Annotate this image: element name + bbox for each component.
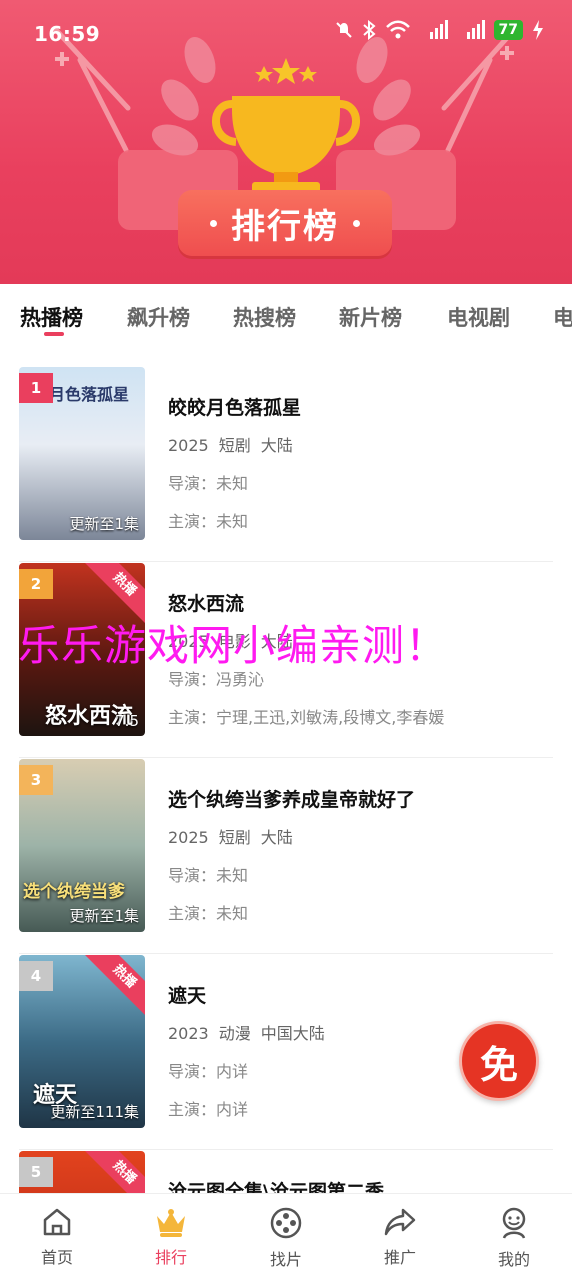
status-bar: 16:59 77 <box>0 18 572 50</box>
nav-find-label: 找片 <box>269 1250 302 1269</box>
nav-ranking-label: 排行 <box>154 1248 187 1267</box>
item-director: 导演：未知 <box>168 866 249 885</box>
rank-badge: 4 <box>19 961 53 991</box>
item-region: 大陆 <box>260 828 293 847</box>
update-status: 更新至1集 <box>69 515 139 533</box>
divider <box>19 757 553 758</box>
item-type: 动漫 <box>218 1024 251 1043</box>
rank-badge: 5 <box>19 1157 53 1187</box>
nav-ranking[interactable]: 排行 <box>131 1206 211 1268</box>
divider <box>19 1149 553 1150</box>
hot-ribbon: 热播 <box>83 955 145 1018</box>
status-time: 16:59 <box>34 22 101 46</box>
page-title: 排行榜 <box>231 206 339 247</box>
charging-icon <box>533 20 543 40</box>
poster-image[interactable]: 5 热播 <box>19 1151 145 1193</box>
film-reel-icon <box>270 1207 302 1239</box>
item-info: 选个纨绔当爹养成皇帝就好了 2025 短剧 大陆 导演：未知 主演：未知 <box>168 785 415 924</box>
wifi-icon <box>385 20 410 39</box>
poster-title: 选个纨绔当爹 <box>23 882 125 902</box>
battery-level: 77 <box>493 20 523 40</box>
poster-image[interactable]: 4 热播 遮天 更新至111集 <box>19 955 145 1128</box>
nav-promote-label: 推广 <box>383 1248 416 1267</box>
hot-ribbon: 热播 <box>83 1151 145 1193</box>
tab-more[interactable]: 电 <box>553 302 572 332</box>
poster-title: 月色落孤星 <box>49 385 130 404</box>
list-item[interactable]: 5 热播 沧元图全集\沧元图第二季 <box>0 1151 572 1193</box>
bluetooth-icon <box>362 20 376 40</box>
signal-5g-icon-2 <box>466 20 485 39</box>
share-icon <box>384 1208 416 1236</box>
item-type: 短剧 <box>218 436 251 455</box>
rank-badge: 2 <box>19 569 53 599</box>
watermark-text: 乐乐游戏网小编亲测！ <box>18 621 449 670</box>
tab-hot-search[interactable]: 热搜榜 <box>233 302 296 332</box>
item-cast: 主演：未知 <box>168 904 249 923</box>
item-year: 2023 <box>168 1024 209 1043</box>
item-year: 2025 <box>168 828 209 847</box>
list-item[interactable]: 3 选个纨绔当爹 更新至1集 选个纨绔当爹养成皇帝就好了 2025 短剧 大陆 导演… <box>0 759 572 955</box>
item-title[interactable]: 皎皎月色落孤星 <box>168 393 303 420</box>
item-director: 导演：内详 <box>168 1062 249 1081</box>
divider <box>19 561 553 562</box>
nav-profile-label: 我的 <box>497 1250 530 1269</box>
item-info: 遮天 2023 动漫 中国大陆 导演：内详 主演：内详 <box>168 981 335 1120</box>
status-icons: 77 <box>335 20 544 40</box>
crown-icon <box>157 1209 185 1237</box>
signal-5g-icon <box>429 20 448 39</box>
divider <box>19 953 553 954</box>
active-tab-indicator <box>44 332 64 336</box>
mute-icon <box>335 22 352 38</box>
item-title[interactable]: 选个纨绔当爹养成皇帝就好了 <box>168 785 415 812</box>
item-title[interactable]: 遮天 <box>168 981 335 1008</box>
item-info: 沧元图全集\沧元图第二季 <box>168 1177 384 1193</box>
update-status: 7.5 <box>115 712 139 730</box>
nav-profile[interactable]: 我的 <box>474 1206 554 1270</box>
update-status: 更新至1集 <box>69 907 139 925</box>
nav-promote[interactable]: 推广 <box>360 1206 440 1268</box>
ranking-tabs: 热播榜 飙升榜 热搜榜 新片榜 电视剧 电 <box>0 284 572 344</box>
item-meta: 2025 短剧 大陆 <box>168 824 415 848</box>
item-year: 2025 <box>168 436 209 455</box>
rank-badge: 1 <box>19 373 53 403</box>
home-icon <box>43 1208 71 1236</box>
tab-tv-series[interactable]: 电视剧 <box>447 302 510 332</box>
bottom-nav: 首页 排行 找片 推广 我的 <box>0 1193 572 1279</box>
item-meta: 2023 动漫 中国大陆 <box>168 1020 335 1044</box>
item-director: 导演：未知 <box>168 474 249 493</box>
item-cast: 主演：宁理,王迅,刘敏涛,段博文,李春媛 <box>168 708 445 727</box>
item-title[interactable]: 沧元图全集\沧元图第二季 <box>168 1177 384 1193</box>
item-cast: 主演：内详 <box>168 1100 249 1119</box>
free-button[interactable]: 免 <box>459 1021 539 1101</box>
rank-badge: 3 <box>19 765 53 795</box>
tab-rising[interactable]: 飙升榜 <box>127 302 190 332</box>
banner-title-badge: 排行榜 <box>178 190 392 256</box>
ranking-banner: 16:59 77 排行榜 <box>0 0 572 284</box>
update-status: 更新至111集 <box>50 1103 139 1121</box>
nav-home-label: 首页 <box>40 1248 73 1267</box>
item-region: 中国大陆 <box>260 1024 325 1043</box>
dot-icon <box>353 219 360 227</box>
tab-hot-play[interactable]: 热播榜 <box>20 302 83 332</box>
nav-home[interactable]: 首页 <box>17 1206 97 1268</box>
tab-new-release[interactable]: 新片榜 <box>339 302 402 332</box>
poster-image[interactable]: 月色落孤星 1 更新至1集 <box>19 367 145 540</box>
dot-icon <box>210 219 217 227</box>
item-info: 皎皎月色落孤星 2025 短剧 大陆 导演：未知 主演：未知 <box>168 393 303 532</box>
item-meta: 2025 短剧 大陆 <box>168 432 303 456</box>
profile-icon <box>502 1207 526 1239</box>
item-type: 短剧 <box>218 828 251 847</box>
item-cast: 主演：未知 <box>168 512 249 531</box>
item-region: 大陆 <box>260 436 293 455</box>
nav-find[interactable]: 找片 <box>246 1206 326 1270</box>
list-item[interactable]: 月色落孤星 1 更新至1集 皎皎月色落孤星 2025 短剧 大陆 导演：未知 主演：… <box>0 367 572 563</box>
poster-image[interactable]: 3 选个纨绔当爹 更新至1集 <box>19 759 145 932</box>
